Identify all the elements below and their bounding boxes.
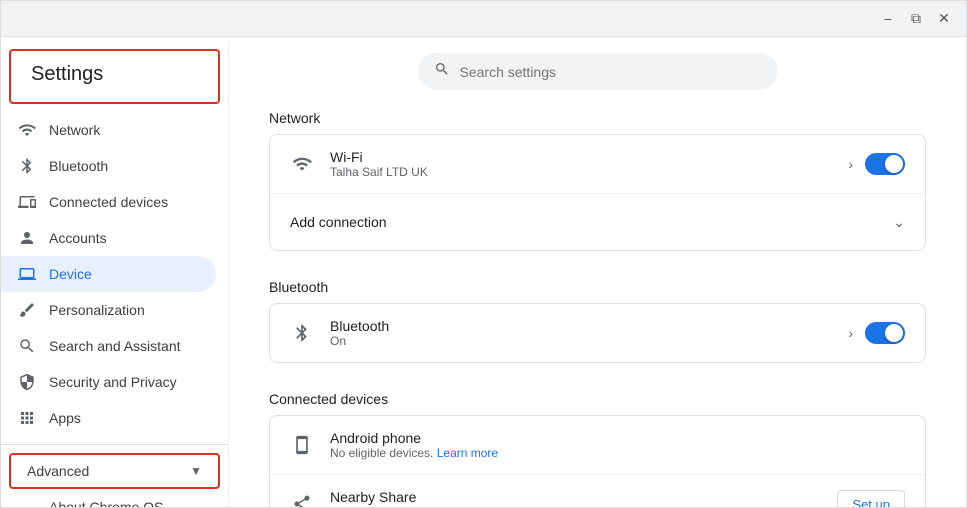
nearby-share-title: Nearby Share [330, 489, 821, 505]
sidebar-item-bluetooth[interactable]: Bluetooth [1, 148, 216, 184]
close-button[interactable]: ✕ [930, 5, 958, 33]
sidebar-advanced-item[interactable]: Advanced ▼ [9, 453, 220, 489]
nearby-share-learn-more-link[interactable]: Learn more [521, 505, 582, 507]
chevron-down-icon: ▼ [190, 464, 202, 478]
connected-devices-title: Connected devices [269, 391, 926, 407]
sidebar-title: Settings [9, 49, 220, 104]
search-input-wrap[interactable] [418, 53, 778, 90]
bluetooth-toggle[interactable] [865, 322, 905, 344]
bluetooth-chevron-icon: › [848, 325, 853, 341]
sidebar-item-apps[interactable]: Apps [1, 400, 216, 436]
bluetooth-row-icon [290, 321, 314, 345]
android-phone-learn-more-link[interactable]: Learn more [437, 446, 498, 460]
sidebar-item-personalization[interactable]: Personalization [1, 292, 216, 328]
wifi-row-icon [290, 152, 314, 176]
nearby-share-content: Nearby Share Share files with people aro… [330, 489, 821, 507]
sidebar-item-personalization-label: Personalization [49, 302, 145, 318]
wifi-title: Wi-Fi [330, 149, 832, 165]
wifi-chevron-icon: › [848, 156, 853, 172]
add-connection-chevron-icon: ⌄ [893, 214, 905, 231]
android-phone-content: Android phone No eligible devices. Learn… [330, 430, 905, 460]
nearby-share-row[interactable]: Nearby Share Share files with people aro… [270, 475, 925, 507]
phone-icon [290, 433, 314, 457]
connected-devices-card: Android phone No eligible devices. Learn… [269, 415, 926, 507]
sidebar-item-bluetooth-label: Bluetooth [49, 158, 108, 174]
bluetooth-icon [17, 156, 37, 176]
sidebar-item-device[interactable]: Device [1, 256, 216, 292]
connected-devices-section: Connected devices Android phone No eligi… [269, 391, 926, 507]
bluetooth-card: Bluetooth On › [269, 303, 926, 363]
bluetooth-section-title: Bluetooth [269, 279, 926, 295]
sidebar-item-search-assistant-label: Search and Assistant [49, 338, 181, 354]
main-content: Settings Network Bluetooth Con [1, 37, 966, 507]
wifi-row-content: Wi-Fi Talha Saif LTD UK [330, 149, 832, 179]
brush-icon [17, 300, 37, 320]
search-icon [434, 61, 450, 82]
sidebar-item-apps-label: Apps [49, 410, 81, 426]
bluetooth-section: Bluetooth Bluetooth On › [269, 279, 926, 363]
sidebar-divider [1, 444, 228, 445]
android-phone-subtitle: No eligible devices. Learn more [330, 446, 905, 460]
sidebar-item-security-privacy[interactable]: Security and Privacy [1, 364, 216, 400]
add-connection-label: Add connection [290, 214, 387, 230]
nearby-share-icon [290, 492, 314, 507]
sidebar: Settings Network Bluetooth Con [1, 37, 229, 507]
sidebar-item-accounts[interactable]: Accounts [1, 220, 216, 256]
sidebar-about-item[interactable]: About Chrome OS [1, 491, 228, 507]
sidebar-item-search-assistant[interactable]: Search and Assistant [1, 328, 216, 364]
network-section: Network Wi-Fi Talha Saif LTD UK › [269, 110, 926, 251]
wifi-actions: › [848, 153, 905, 175]
sidebar-item-accounts-label: Accounts [49, 230, 107, 246]
laptop-icon [17, 264, 37, 284]
add-connection-row[interactable]: Add connection ⌄ [270, 194, 925, 250]
network-card: Wi-Fi Talha Saif LTD UK › Add connection… [269, 134, 926, 251]
wifi-row[interactable]: Wi-Fi Talha Saif LTD UK › [270, 135, 925, 194]
search-bar [269, 53, 926, 90]
about-label: About Chrome OS [49, 499, 163, 507]
wifi-icon [17, 120, 37, 140]
main-panel: Network Wi-Fi Talha Saif LTD UK › [229, 37, 966, 507]
bluetooth-row-content: Bluetooth On [330, 318, 832, 348]
sidebar-item-device-label: Device [49, 266, 92, 282]
android-phone-row[interactable]: Android phone No eligible devices. Learn… [270, 416, 925, 475]
apps-icon [17, 408, 37, 428]
maximize-button[interactable]: ⧉ [902, 5, 930, 33]
advanced-label: Advanced [27, 463, 89, 479]
nearby-share-subtitle: Share files with people around you. Lear… [330, 505, 821, 507]
titlebar: − ⧉ ✕ [1, 1, 966, 37]
bluetooth-row-title: Bluetooth [330, 318, 832, 334]
devices-icon [17, 192, 37, 212]
bluetooth-row-subtitle: On [330, 334, 832, 348]
person-icon [17, 228, 37, 248]
bluetooth-actions: › [848, 322, 905, 344]
minimize-button[interactable]: − [874, 5, 902, 33]
sidebar-item-network[interactable]: Network [1, 112, 216, 148]
setup-button[interactable]: Set up [837, 490, 905, 508]
shield-icon [17, 372, 37, 392]
sidebar-item-network-label: Network [49, 122, 100, 138]
settings-window: − ⧉ ✕ Settings Network Bluetooth [0, 0, 967, 508]
sidebar-item-connected-devices-label: Connected devices [49, 194, 168, 210]
search-circle-icon [17, 336, 37, 356]
wifi-toggle[interactable] [865, 153, 905, 175]
nearby-share-actions: Set up [837, 490, 905, 508]
network-section-title: Network [269, 110, 926, 126]
wifi-subtitle: Talha Saif LTD UK [330, 165, 832, 179]
sidebar-item-security-privacy-label: Security and Privacy [49, 374, 177, 390]
android-phone-title: Android phone [330, 430, 905, 446]
search-input[interactable] [460, 64, 762, 80]
bluetooth-row[interactable]: Bluetooth On › [270, 304, 925, 362]
sidebar-item-connected-devices[interactable]: Connected devices [1, 184, 216, 220]
